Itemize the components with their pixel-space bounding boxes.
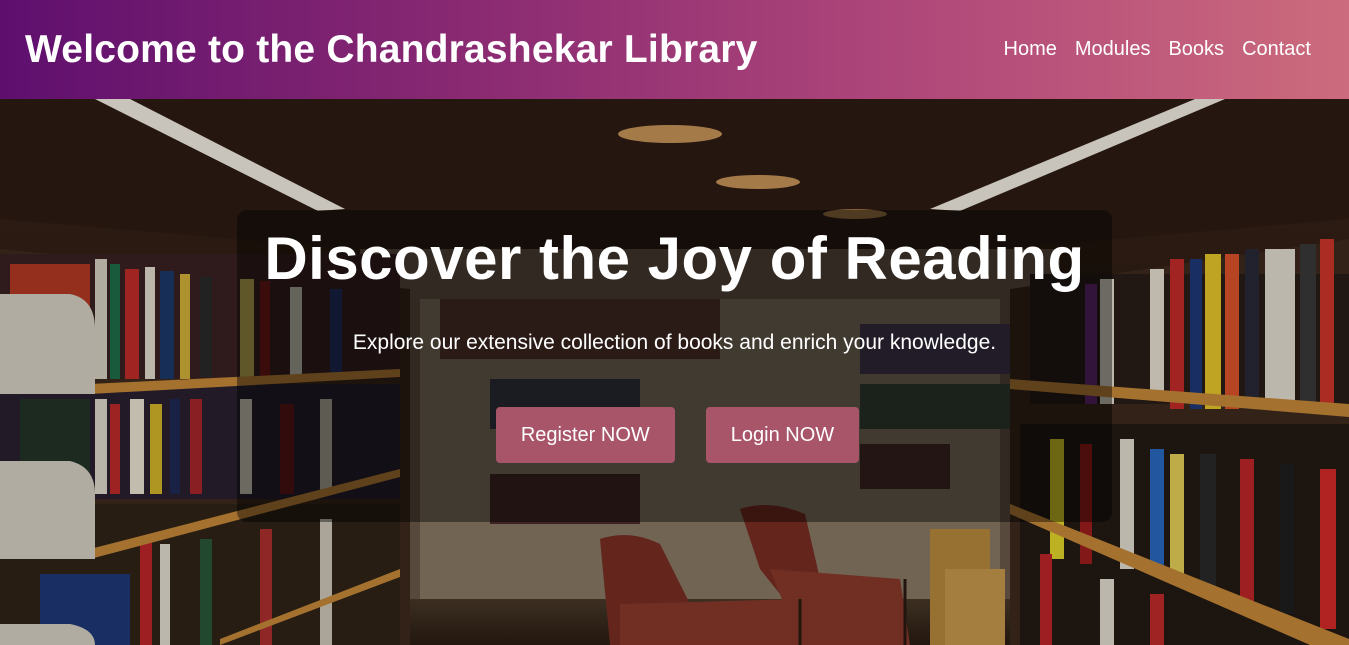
- site-title: Welcome to the Chandrashekar Library: [25, 27, 758, 71]
- hero-subtitle: Explore our extensive collection of book…: [352, 331, 997, 354]
- login-button[interactable]: Login NOW: [705, 407, 860, 463]
- main-nav: Home Modules Books Contact: [1004, 38, 1312, 61]
- site-header: Welcome to the Chandrashekar Library Hom…: [0, 0, 1349, 99]
- register-button[interactable]: Register NOW: [495, 407, 675, 463]
- nav-home[interactable]: Home: [1004, 38, 1057, 61]
- hero-section: Discover the Joy of Reading Explore our …: [0, 99, 1349, 645]
- hero-buttons: Register NOW Login NOW: [237, 407, 1112, 463]
- nav-books[interactable]: Books: [1168, 38, 1224, 61]
- hero-overlay-box: Discover the Joy of Reading Explore our …: [237, 210, 1112, 522]
- nav-modules[interactable]: Modules: [1075, 38, 1151, 61]
- hero-title: Discover the Joy of Reading: [264, 225, 1085, 292]
- nav-contact[interactable]: Contact: [1242, 38, 1311, 61]
